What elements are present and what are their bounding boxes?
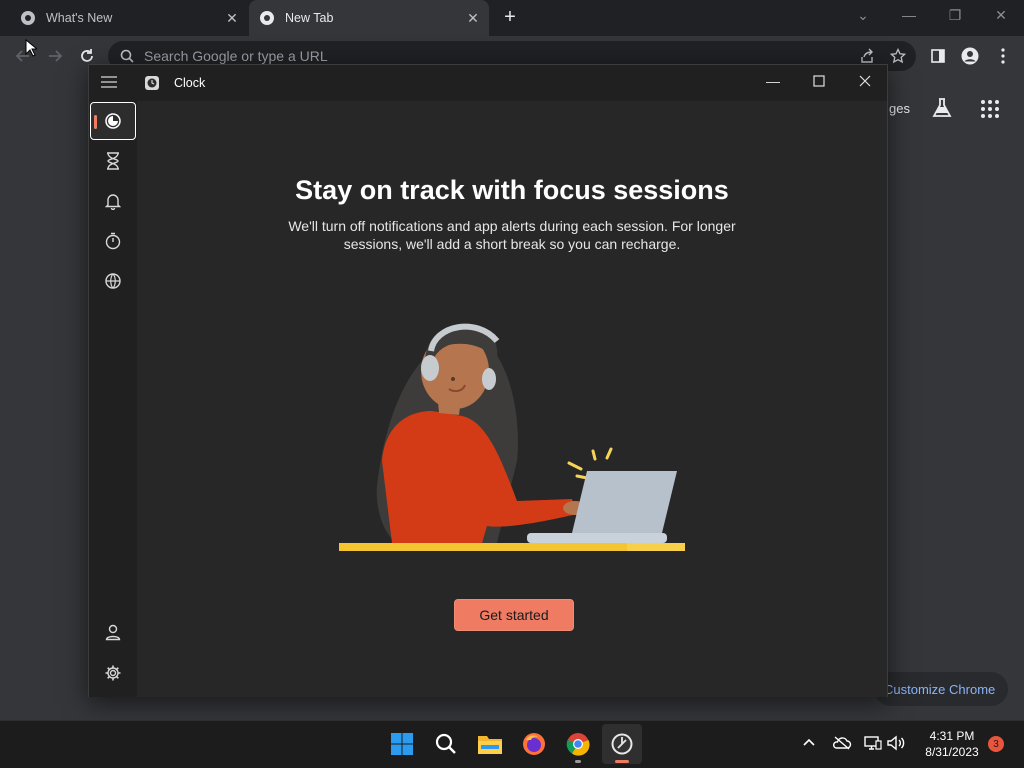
nav-focus-sessions[interactable] [90, 102, 136, 140]
onedrive-offline-icon[interactable] [832, 734, 852, 752]
search-icon [120, 49, 134, 63]
running-indicator [575, 760, 581, 763]
tab-close-icon[interactable]: ✕ [222, 10, 242, 27]
tab-label: New Tab [285, 11, 334, 25]
taskbar-search[interactable] [426, 724, 466, 764]
omnibox-placeholder: Search Google or type a URL [144, 48, 328, 64]
taskbar-chrome[interactable] [558, 724, 598, 764]
tray-overflow-chevron-icon[interactable] [800, 734, 818, 752]
notification-badge[interactable]: 3 [988, 736, 1004, 752]
side-panel-icon[interactable] [923, 36, 953, 76]
get-started-button[interactable]: Get started [454, 599, 574, 631]
focus-icon [105, 113, 121, 129]
customize-chrome-label: Customize Chrome [884, 681, 996, 697]
volume-icon[interactable] [886, 734, 906, 752]
taskbar-start[interactable] [382, 724, 422, 764]
person-icon [105, 624, 121, 641]
nav-selected-indicator [94, 115, 97, 129]
tab-new-tab[interactable]: New Tab ✕ [249, 0, 489, 36]
search-icon [435, 733, 456, 754]
nav-timer[interactable] [90, 142, 136, 180]
chrome-icon [566, 733, 590, 756]
windows-icon [391, 733, 413, 755]
chrome-favicon-icon [21, 11, 35, 25]
forward-icon[interactable] [40, 36, 70, 76]
bell-icon [105, 194, 121, 210]
browser-restore-button[interactable]: ❐ [932, 0, 978, 30]
page-title: Stay on track with focus sessions [295, 175, 729, 205]
stopwatch-icon [105, 232, 121, 250]
profile-avatar-icon[interactable] [955, 36, 985, 76]
folder-icon [478, 736, 502, 754]
hourglass-icon [107, 152, 119, 170]
labs-flask-icon[interactable] [930, 96, 954, 120]
chrome-favicon-icon [260, 11, 274, 25]
clock-minimize-button[interactable]: — [757, 73, 789, 91]
hamburger-menu-icon[interactable] [101, 75, 121, 91]
clock-app-window: Clock — Stay on track with focus session… [88, 64, 888, 697]
nav-account[interactable] [90, 613, 136, 651]
clock-app-logo-icon [145, 76, 159, 90]
tab-whats-new[interactable]: What's New ✕ [0, 0, 248, 36]
mouse-cursor-icon [25, 39, 37, 57]
clock-icon [611, 733, 633, 755]
clock-title-bar: Clock — [89, 65, 887, 101]
focus-illustration [339, 323, 685, 551]
browser-close-button[interactable]: ✕ [978, 0, 1024, 30]
tray-clock[interactable]: 4:31 PM 8/31/2023 [912, 728, 992, 760]
tray-time: 4:31 PM [929, 729, 975, 743]
clock-close-button[interactable] [849, 73, 881, 91]
nav-alarm[interactable] [90, 182, 136, 220]
active-indicator [615, 760, 629, 763]
page-description: We'll turn off notifications and app ale… [288, 218, 736, 252]
clock-window-title: Clock [174, 76, 206, 90]
nav-settings[interactable] [90, 654, 136, 692]
taskbar-clock[interactable] [602, 724, 642, 764]
clock-maximize-button[interactable] [803, 73, 835, 91]
taskbar-firefox[interactable] [514, 724, 554, 764]
gear-icon [105, 665, 121, 681]
nav-stopwatch[interactable] [90, 222, 136, 260]
nav-world-clock[interactable] [90, 262, 136, 300]
google-apps-icon[interactable] [980, 99, 1000, 119]
browser-minimize-button[interactable]: — [886, 0, 932, 30]
network-icon[interactable] [863, 734, 883, 752]
tray-date: 8/31/2023 [925, 745, 979, 759]
clock-nav-rail [89, 101, 137, 697]
taskbar-file-explorer[interactable] [470, 724, 510, 764]
tab-close-icon[interactable]: ✕ [463, 10, 483, 27]
tab-search-chevron-icon[interactable]: ⌄ [840, 0, 886, 30]
browser-menu-icon[interactable] [988, 36, 1018, 76]
firefox-icon [523, 733, 545, 755]
globe-icon [105, 273, 121, 289]
new-tab-button[interactable]: + [498, 5, 522, 29]
images-link-partial[interactable]: ges [889, 101, 910, 116]
tab-label: What's New [46, 11, 113, 25]
focus-sessions-page: Stay on track with focus sessions We'll … [137, 101, 887, 697]
customize-chrome-button[interactable]: Customize Chrome [874, 672, 1008, 706]
